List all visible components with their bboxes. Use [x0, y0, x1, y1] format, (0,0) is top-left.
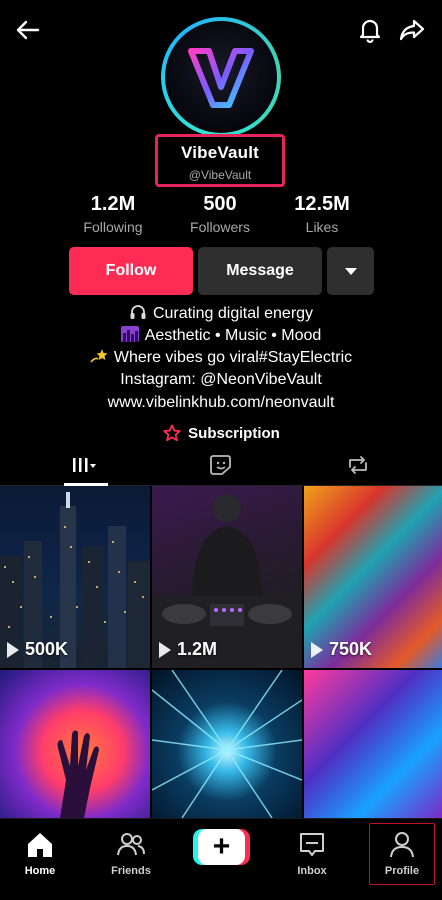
nav-friends[interactable]: Friends: [95, 829, 167, 893]
bio-line: Aesthetic • Music • Mood: [0, 325, 442, 347]
bio-text: Where vibes go viral#StayElectric: [113, 349, 353, 366]
tab-videos[interactable]: [10, 446, 157, 484]
neon-v-logo-icon: [188, 48, 254, 108]
stat-label: Followers: [190, 219, 250, 235]
more-options-button[interactable]: [327, 247, 374, 295]
subscription-button[interactable]: Subscription: [0, 424, 442, 442]
home-icon: [28, 833, 52, 857]
view-count-text: 750K: [329, 639, 373, 659]
bio-line: Instagram: @NeonVibeVault: [120, 371, 322, 388]
stat-label: Likes: [305, 219, 339, 235]
sticker-icon: [209, 455, 231, 475]
dizzy-star-icon: [90, 349, 108, 363]
video-thumbnail-abstract-paint[interactable]: 750K: [304, 486, 442, 668]
bio-line: Where vibes go viral#StayElectric: [0, 347, 442, 369]
stat-value: 500: [203, 193, 237, 215]
share-icon[interactable]: [398, 16, 426, 44]
profile-highlight-box: [369, 823, 435, 885]
view-count: 750K: [311, 639, 372, 660]
avatar[interactable]: [161, 17, 281, 137]
friends-icon: [117, 833, 145, 856]
stat-likes[interactable]: 12.5M Likes: [267, 193, 377, 235]
inbox-icon: [300, 833, 324, 856]
create-button[interactable]: +: [193, 829, 250, 865]
play-icon: [159, 641, 171, 658]
bio-link[interactable]: www.vibelinkhub.com/neonvault: [0, 394, 442, 412]
bio-text: Curating digital energy: [152, 305, 314, 322]
username-handle: @VibeVault: [188, 168, 252, 182]
subscription-label: Subscription: [188, 424, 280, 442]
bio-text: Aesthetic • Music • Mood: [144, 327, 322, 344]
play-icon: [7, 641, 19, 658]
stat-following[interactable]: 1.2M Following: [58, 193, 168, 235]
avatar-image: [165, 21, 277, 133]
video-thumbnail-city-night[interactable]: 500K: [0, 486, 150, 668]
stat-value: 1.2M: [90, 193, 136, 215]
tab-reposts[interactable]: [284, 446, 431, 484]
profile-actions: Follow Message: [0, 247, 442, 295]
cityscape-icon: [120, 326, 139, 342]
tab-favorites[interactable]: [147, 446, 294, 484]
repost-icon: [348, 456, 367, 474]
profile-stats: 1.2M Following 500 Followers 12.5M Likes: [0, 193, 442, 239]
display-name: VibeVault: [180, 143, 260, 162]
play-icon: [311, 641, 323, 658]
follow-button[interactable]: Follow: [69, 247, 193, 295]
name-highlight-box: VibeVault @VibeVault: [155, 134, 285, 187]
stat-value: 12.5M: [294, 193, 350, 215]
back-arrow-icon[interactable]: [14, 16, 42, 44]
video-thumbnail-neon-swirl[interactable]: [304, 670, 442, 818]
bio: Curating digital energy Aesthetic • Musi…: [0, 303, 442, 391]
profile-screen: VibeVault @VibeVault 1.2M Following 500 …: [0, 0, 442, 900]
nav-label: Inbox: [297, 865, 327, 877]
view-count-text: 500K: [25, 639, 69, 659]
plus-icon: +: [198, 829, 245, 865]
nav-label: Home: [24, 865, 56, 877]
video-thumbnail-hand-silhouette[interactable]: [0, 670, 150, 818]
stat-followers[interactable]: 500 Followers: [165, 193, 275, 235]
grid-bars-icon: [72, 458, 96, 472]
view-count: 500K: [7, 639, 68, 660]
view-count-text: 1.2M: [177, 639, 218, 659]
stat-label: Following: [83, 219, 143, 235]
hand-silhouette-image: [57, 730, 99, 818]
nav-label: Friends: [111, 865, 151, 877]
light-streaks-image: [152, 670, 302, 818]
content-tabs: [0, 446, 442, 486]
view-count: 1.2M: [159, 639, 217, 660]
caret-down-icon: [344, 267, 357, 275]
video-thumbnail-light-speed[interactable]: [152, 670, 302, 818]
video-thumbnail-dj[interactable]: 1.2M: [152, 486, 302, 668]
video-grid: 500K 1.2M 750K: [0, 486, 442, 818]
message-button[interactable]: Message: [198, 247, 322, 295]
bell-icon[interactable]: [356, 16, 384, 44]
nav-inbox[interactable]: Inbox: [276, 829, 348, 893]
bio-line: Curating digital energy: [0, 303, 442, 325]
nav-home[interactable]: Home: [4, 829, 76, 893]
star-outline-icon: [163, 424, 181, 442]
headphones-icon: [130, 305, 146, 319]
